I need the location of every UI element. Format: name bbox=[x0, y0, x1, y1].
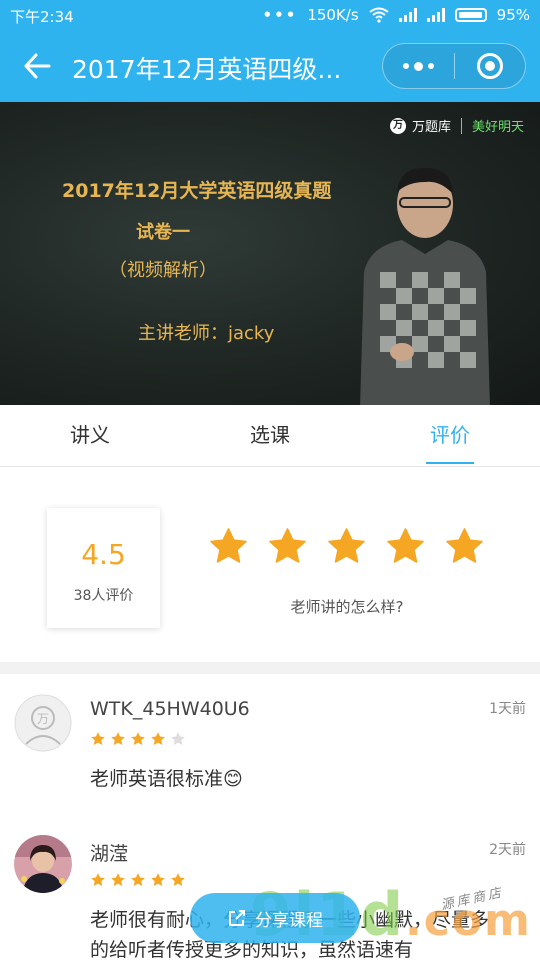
brand-divider bbox=[460, 117, 462, 134]
average-score: 4.5 bbox=[81, 538, 126, 571]
tab-course-select[interactable]: 选课 bbox=[180, 405, 360, 466]
nav-bar: 2017年12月英语四级... bbox=[0, 32, 540, 102]
star-filled-icon bbox=[131, 732, 145, 745]
rate-star-row bbox=[208, 526, 485, 567]
tab-review[interactable]: 评价 bbox=[360, 405, 540, 466]
more-dots-icon: ••• bbox=[262, 6, 298, 24]
svg-text:万: 万 bbox=[37, 712, 49, 726]
review-stars bbox=[90, 872, 186, 888]
star-filled-icon bbox=[91, 732, 105, 745]
brand-slogan: 美好明天 bbox=[471, 120, 524, 135]
target-icon bbox=[476, 53, 503, 79]
video-subtitle: 试卷一 bbox=[136, 222, 190, 243]
review-date: 2天前 bbox=[489, 842, 526, 858]
rate-star-3-icon[interactable] bbox=[326, 526, 367, 567]
star-filled-icon bbox=[131, 873, 145, 886]
score-card: 4.5 38人评价 bbox=[47, 508, 160, 628]
signal-icon bbox=[398, 8, 417, 22]
user-photo-icon bbox=[14, 835, 72, 893]
section-divider bbox=[0, 662, 540, 674]
miniprogram-capsule bbox=[382, 43, 526, 89]
video-teacher: 主讲老师：jacky bbox=[138, 323, 275, 344]
rate-star-5-icon[interactable] bbox=[444, 526, 485, 567]
brand-logo-icon: 万 bbox=[389, 117, 406, 134]
tab-bar: 讲义 选课 评价 bbox=[0, 405, 540, 467]
rate-star-1-icon[interactable] bbox=[208, 526, 249, 567]
rate-star-4-icon[interactable] bbox=[385, 526, 426, 567]
status-time: 下午2:34 bbox=[10, 8, 74, 26]
star-filled-icon bbox=[111, 732, 125, 745]
share-course-button[interactable]: 分享课程 bbox=[190, 893, 360, 943]
review-stars bbox=[90, 731, 186, 747]
signal-icon-2 bbox=[426, 8, 445, 22]
review-text: 老师英语很标准😊 bbox=[90, 768, 243, 790]
close-miniprogram-button[interactable] bbox=[455, 44, 526, 88]
tab-handout[interactable]: 讲义 bbox=[0, 405, 180, 466]
header-bar: 下午2:34 ••• 150K/s 95% 2017年12月英语四级... bbox=[0, 0, 540, 102]
avatar[interactable] bbox=[14, 835, 72, 893]
video-title: 2017年12月大学英语四级真题 bbox=[62, 180, 332, 202]
status-right: ••• 150K/s 95% bbox=[263, 6, 530, 24]
default-avatar-icon: 万 bbox=[14, 694, 72, 752]
avatar[interactable]: 万 bbox=[14, 694, 72, 752]
more-menu-button[interactable] bbox=[383, 44, 454, 88]
video-subtitle-2: （视频解析） bbox=[109, 260, 217, 281]
page-title: 2017年12月英语四级... bbox=[72, 55, 342, 84]
battery-icon bbox=[454, 8, 487, 22]
reviewer-name: 湖滢 bbox=[90, 843, 129, 865]
status-bar: 下午2:34 ••• 150K/s 95% bbox=[0, 0, 540, 32]
rate-question: 老师讲的怎么样? bbox=[290, 598, 404, 616]
star-filled-icon bbox=[91, 873, 105, 886]
review-count: 38人评价 bbox=[73, 588, 134, 604]
battery-level: 95% bbox=[496, 6, 530, 24]
star-empty-icon bbox=[171, 732, 185, 745]
video-player[interactable]: 万 万题库 美好明天 2017年12月大学英语四级真题 试卷一 （视频解析） 主… bbox=[0, 102, 540, 405]
video-brand: 万 万题库 美好明天 bbox=[389, 116, 524, 135]
reviewer-name: WTK_45HW40U6 bbox=[90, 698, 250, 720]
star-filled-icon bbox=[111, 873, 125, 886]
network-speed: 150K/s bbox=[307, 6, 359, 24]
wifi-icon bbox=[369, 7, 389, 23]
teacher-figure bbox=[360, 167, 490, 405]
rate-star-2-icon[interactable] bbox=[267, 526, 308, 567]
brand-name: 万题库 bbox=[411, 120, 451, 135]
star-filled-icon bbox=[151, 873, 165, 886]
review-date: 1天前 bbox=[489, 701, 526, 717]
share-label: 分享课程 bbox=[255, 910, 323, 931]
back-arrow-icon[interactable] bbox=[22, 51, 52, 81]
star-filled-icon bbox=[151, 732, 165, 745]
share-icon bbox=[229, 910, 245, 926]
star-filled-icon bbox=[171, 873, 185, 886]
